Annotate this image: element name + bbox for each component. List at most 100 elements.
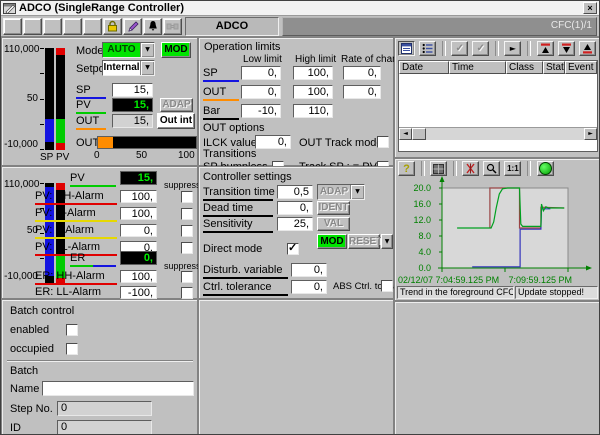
toolbar-button-blank[interactable] — [43, 18, 62, 35]
chevron-down-icon[interactable]: ▼ — [140, 61, 154, 75]
one-to-one-icon: 1:1 — [507, 164, 519, 173]
column-header-class[interactable]: Class — [506, 61, 543, 74]
column-header-time[interactable]: Time — [449, 61, 506, 74]
chevron-down-icon[interactable]: ▼ — [381, 234, 393, 249]
batch-id-field[interactable]: 0 — [57, 420, 152, 435]
alarm-table-body[interactable] — [399, 74, 597, 127]
adap-button[interactable]: ADAP — [160, 98, 193, 112]
sensitivity-field[interactable]: 25, — [277, 217, 313, 231]
close-button[interactable]: × — [583, 2, 597, 14]
scale-mid-label: 50 — [4, 225, 38, 236]
pv-ll-suppress-checkbox[interactable] — [181, 242, 193, 254]
batch-name-field[interactable] — [42, 381, 194, 396]
bar-low-field[interactable]: -10, — [241, 104, 281, 118]
disturb-variable-field[interactable]: 0, — [291, 263, 327, 277]
out-track-mode-checkbox[interactable] — [377, 136, 389, 148]
pv-h-suppress-checkbox[interactable] — [181, 208, 193, 220]
ack-button[interactable]: ✓ — [451, 41, 468, 56]
device-button[interactable] — [163, 18, 182, 35]
scrollbar-thumb[interactable] — [412, 128, 426, 140]
bar-high-field[interactable]: 110, — [293, 104, 333, 118]
prev-message-icon — [561, 43, 572, 54]
empty-panel — [394, 301, 600, 435]
setpoint-select[interactable]: Internal ▼ — [102, 60, 155, 76]
prev-message-button[interactable] — [558, 41, 575, 56]
chevron-down-icon[interactable]: ▼ — [140, 43, 154, 57]
ctrl-tolerance-field[interactable]: 0, — [291, 280, 327, 294]
trend-panel: ? 1:1 20.0 16.0 12.0 8.0 4.0 0.0 — [394, 158, 600, 301]
bars-caption: SP PV — [40, 152, 69, 163]
dead-time-field[interactable]: 0, — [277, 201, 313, 215]
pv-hh-alarm-field[interactable]: 100, — [120, 190, 157, 203]
next-message-button[interactable] — [579, 41, 596, 56]
occupied-checkbox[interactable] — [66, 343, 78, 355]
column-header-status[interactable]: Status — [543, 61, 565, 74]
message-list-icon — [422, 43, 433, 54]
sp-value-field[interactable]: 15, — [112, 83, 153, 97]
alarm-button[interactable] — [143, 18, 162, 35]
suppress-label: suppress — [164, 261, 201, 271]
abs-ctrl-tolerance-checkbox[interactable] — [381, 280, 393, 292]
direct-mode-checkbox[interactable]: ✓ — [287, 243, 299, 255]
ack-all-icon: ✓ — [477, 43, 485, 54]
enabled-checkbox[interactable] — [66, 324, 78, 336]
sp-low-field[interactable]: 0, — [241, 66, 281, 80]
out-row-label: OUT — [203, 86, 239, 101]
step-no-field[interactable]: 0 — [57, 401, 152, 416]
message-page-button[interactable] — [398, 41, 415, 56]
scale-top-label: 110,000 — [4, 44, 38, 55]
scroll-right-icon[interactable]: ► — [584, 128, 597, 140]
out-high-field[interactable]: 100, — [293, 85, 333, 99]
outbar-tick-0: 0 — [94, 150, 100, 161]
sp-high-field[interactable]: 100, — [293, 66, 333, 80]
out-value-field[interactable]: 15, — [112, 114, 153, 128]
pv-hh-suppress-checkbox[interactable] — [181, 191, 193, 203]
first-message-button[interactable] — [537, 41, 554, 56]
er-ll-suppress-checkbox[interactable] — [181, 287, 193, 299]
pv-l-alarm-field[interactable]: 0, — [120, 224, 157, 237]
mod-button[interactable]: MOD — [317, 234, 347, 249]
ident-button[interactable]: IDENT — [317, 201, 350, 215]
ack-all-button[interactable]: ✓ — [472, 41, 489, 56]
toolbar-button-blank[interactable] — [83, 18, 102, 35]
er-hh-suppress-checkbox[interactable] — [181, 271, 193, 283]
out-low-field[interactable]: 0, — [241, 85, 281, 99]
help-button[interactable]: ? — [398, 161, 415, 176]
val-button[interactable]: VAL — [317, 217, 350, 231]
reset-button[interactable]: RESET — [348, 234, 380, 249]
er-ll-alarm-field[interactable]: -100, — [120, 286, 157, 299]
select-trend-icon — [433, 164, 444, 174]
toolbar-button-blank[interactable] — [23, 18, 42, 35]
chevron-down-icon[interactable]: ▼ — [350, 185, 364, 199]
divider — [527, 41, 531, 56]
message-list-button[interactable] — [419, 41, 436, 56]
mode-select[interactable]: AUTO ▼ — [102, 42, 155, 58]
batch-id-label: ID — [10, 422, 21, 434]
pv-h-alarm-field[interactable]: 100, — [120, 207, 157, 220]
sp-label: SP — [76, 84, 106, 99]
alarm-hscrollbar[interactable]: ◄ ► — [399, 127, 597, 140]
adap-select[interactable]: ADAP ▼ — [317, 184, 365, 200]
lock-button[interactable] — [103, 18, 122, 35]
ytick-16: 16.0 — [403, 199, 431, 209]
column-header-event[interactable]: Event — [565, 61, 597, 74]
toolbar-button-blank[interactable] — [3, 18, 22, 35]
sp-rate-field[interactable]: 0, — [343, 66, 381, 80]
ilck-value-field[interactable]: 0, — [255, 135, 291, 149]
mod-indicator-button[interactable]: MOD — [161, 42, 191, 58]
scroll-left-icon[interactable]: ◄ — [399, 128, 412, 140]
out-int-button[interactable]: Out int — [157, 113, 195, 129]
pv-l-suppress-checkbox[interactable] — [181, 225, 193, 237]
column-header-date[interactable]: Date — [399, 61, 449, 74]
pv-l-alarm-label: PV: L-Alarm — [35, 224, 117, 239]
toolbar-button-blank[interactable] — [63, 18, 82, 35]
er-hh-alarm-field[interactable]: 100, — [120, 270, 157, 283]
scale-bottom-label: -10,000 — [4, 139, 38, 150]
pen-button[interactable] — [123, 18, 142, 35]
loop-in-alarm-button[interactable]: ► — [504, 41, 521, 56]
window-title: ADCO (SingleRange Controller) — [19, 2, 583, 14]
out-label: OUT — [76, 115, 106, 130]
transition-time-field[interactable]: 0,5 — [277, 185, 313, 199]
out-rate-field[interactable]: 0, — [343, 85, 381, 99]
tag-name-field[interactable]: ADCO — [185, 17, 279, 36]
